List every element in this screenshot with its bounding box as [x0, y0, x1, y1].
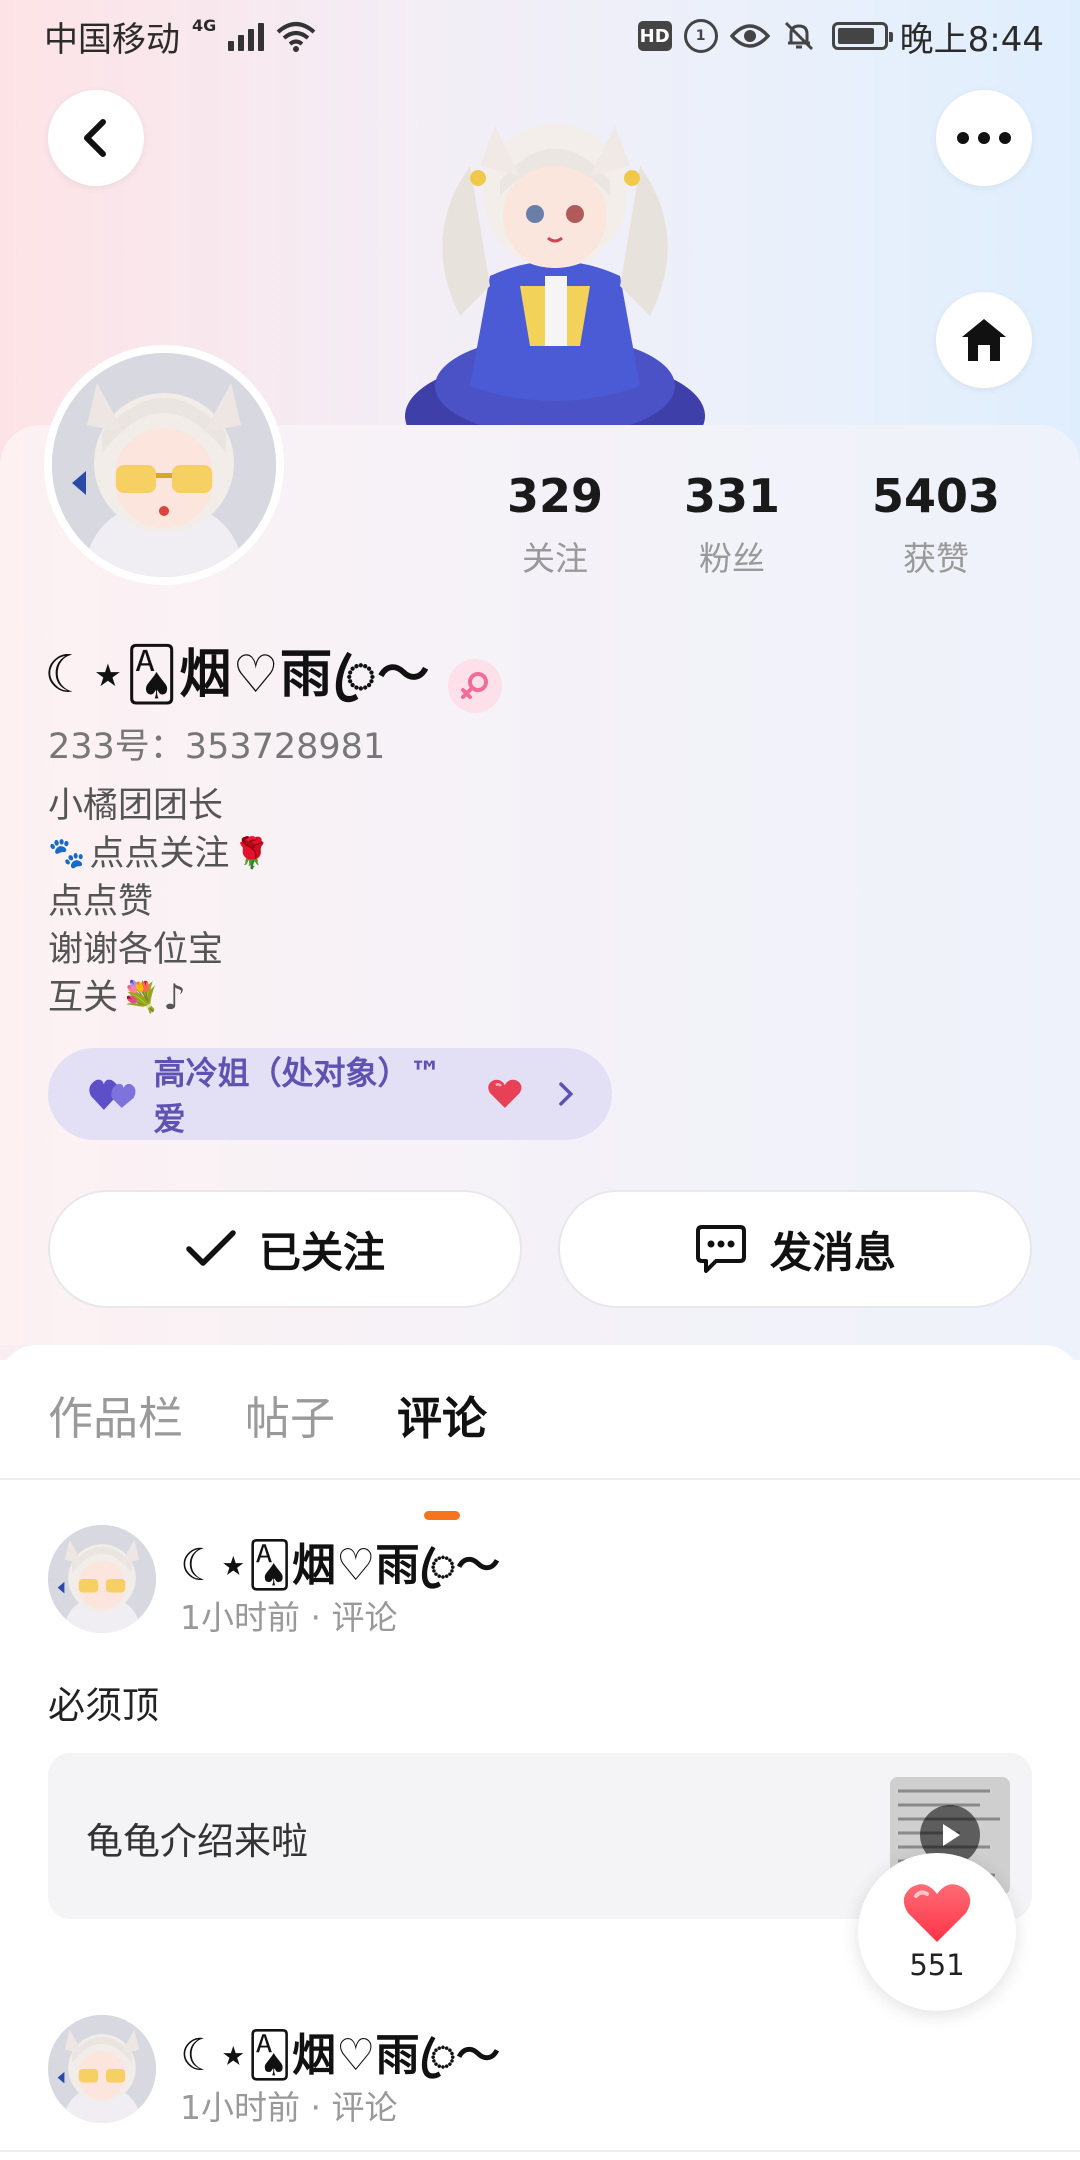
- following-count: 329: [506, 469, 604, 523]
- like-count: 551: [909, 1948, 965, 1982]
- battery-icon: [831, 22, 893, 50]
- signal-icon: [228, 21, 265, 51]
- profile-tabs: 作品栏 帖子 评论: [48, 1389, 488, 1520]
- following-label: 关注: [522, 539, 588, 578]
- network-type: 4G: [192, 15, 217, 35]
- tab-comments[interactable]: 评论: [397, 1389, 488, 1520]
- comment-meta: 1小时前 · 评论: [180, 2088, 398, 2127]
- carrier-name: 中国移动: [44, 19, 180, 60]
- female-icon: [448, 659, 503, 713]
- bio-line-1-text: 小橘团团长: [48, 786, 224, 826]
- comment-text: 必须顶: [48, 1684, 159, 1727]
- following-button[interactable]: 已关注: [48, 1190, 522, 1308]
- banner-character-image: [360, 86, 740, 476]
- back-button[interactable]: [48, 90, 144, 186]
- send-message-label: 发消息: [769, 1227, 896, 1277]
- heart-icon: [487, 1079, 521, 1108]
- profile-avatar[interactable]: [44, 345, 284, 585]
- tab-posts[interactable]: 帖子: [245, 1389, 335, 1449]
- profile-bio: 小橘团团长 🐾 点点关注 🌹 点点赞 谢谢各位宝 互关 💐 ♪: [48, 782, 271, 1022]
- following-button-label: 已关注: [258, 1227, 385, 1277]
- tab-comments-label: 评论: [397, 1392, 488, 1445]
- status-right: HD 1 晚上8:44: [637, 12, 1044, 61]
- eye-comfort-icon: [729, 22, 770, 50]
- like-button[interactable]: 551: [858, 1853, 1016, 2011]
- referenced-post-title: 龟龟介绍来啦: [86, 1820, 308, 1863]
- bio-line-2: 🐾 点点关注 🌹: [48, 830, 271, 878]
- comment-divider: [0, 2150, 1080, 2152]
- wifi-icon: [276, 20, 316, 52]
- bio-line-1: 小橘团团长: [48, 782, 271, 830]
- content-sheet: 作品栏 帖子 评论 ☾⋆🂡烟♡雨ꦿ︎〜 1小时前 · 评论 必须顶 龟龟介绍来啦…: [0, 1345, 1080, 2160]
- bio-line-4: 谢谢各位宝: [48, 926, 271, 974]
- comment-avatar[interactable]: [48, 2015, 156, 2123]
- followers-label: 粉丝: [699, 539, 765, 578]
- status-time: 晚上8:44: [899, 19, 1044, 60]
- checkmark-icon: [186, 1230, 236, 1266]
- group-label: 高冷姐（处对象）™爱: [153, 1054, 442, 1138]
- comment-meta: 1小时前 · 评论: [180, 1598, 398, 1637]
- send-message-button[interactable]: 发消息: [558, 1190, 1032, 1308]
- bio-line-5: 互关 💐 ♪: [48, 974, 271, 1022]
- chat-bubble-icon: [695, 1225, 746, 1273]
- bio-line-3: 点点赞: [48, 878, 271, 926]
- stat-followers[interactable]: 331 粉丝: [630, 466, 834, 580]
- chevron-right-icon: [559, 1082, 574, 1106]
- heart-icon: [903, 1884, 971, 1942]
- user-id: 233号：353728981: [48, 727, 386, 767]
- home-button[interactable]: [936, 292, 1032, 388]
- likes-label: 获赞: [903, 539, 969, 578]
- double-heart-icon: [89, 1079, 136, 1110]
- relationship-group-button[interactable]: 高冷姐（处对象）™爱: [48, 1048, 612, 1140]
- bio-line-3-text: 点点赞: [48, 882, 154, 922]
- active-tab-indicator: [424, 1511, 461, 1520]
- tab-works[interactable]: 作品栏: [48, 1389, 183, 1449]
- paw-icon: 🐾: [48, 836, 86, 871]
- more-options-button[interactable]: [936, 90, 1032, 186]
- comment-avatar[interactable]: [48, 1525, 156, 1633]
- followers-count: 331: [683, 469, 781, 523]
- music-note-icon: ♪: [163, 978, 186, 1018]
- status-left: 中国移动 4G: [44, 12, 316, 61]
- mute-bell-icon: [782, 19, 816, 53]
- home-icon: [962, 319, 1006, 361]
- bio-line-5-text: 互关: [48, 978, 119, 1018]
- chevron-left-icon: [84, 119, 106, 157]
- status-bar: 中国移动 4G HD 1 晚上8:44: [0, 0, 1080, 72]
- likes-count: 5403: [871, 469, 1001, 523]
- bouquet-icon: 💐: [122, 980, 160, 1015]
- more-dots-icon: [957, 132, 1011, 144]
- bio-line-4-text: 谢谢各位宝: [48, 930, 224, 970]
- stat-following[interactable]: 329 关注: [480, 466, 630, 580]
- bio-line-2-text: 点点关注: [89, 834, 230, 874]
- tabs-divider: [0, 1478, 1080, 1480]
- stat-likes[interactable]: 5403 获赞: [834, 466, 1038, 580]
- profile-stats: 329 关注 331 粉丝 5403 获赞: [480, 466, 1060, 580]
- data-saver-icon: 1: [683, 19, 718, 53]
- hd-icon: HD: [637, 21, 672, 51]
- rose-icon: 🌹: [233, 836, 271, 871]
